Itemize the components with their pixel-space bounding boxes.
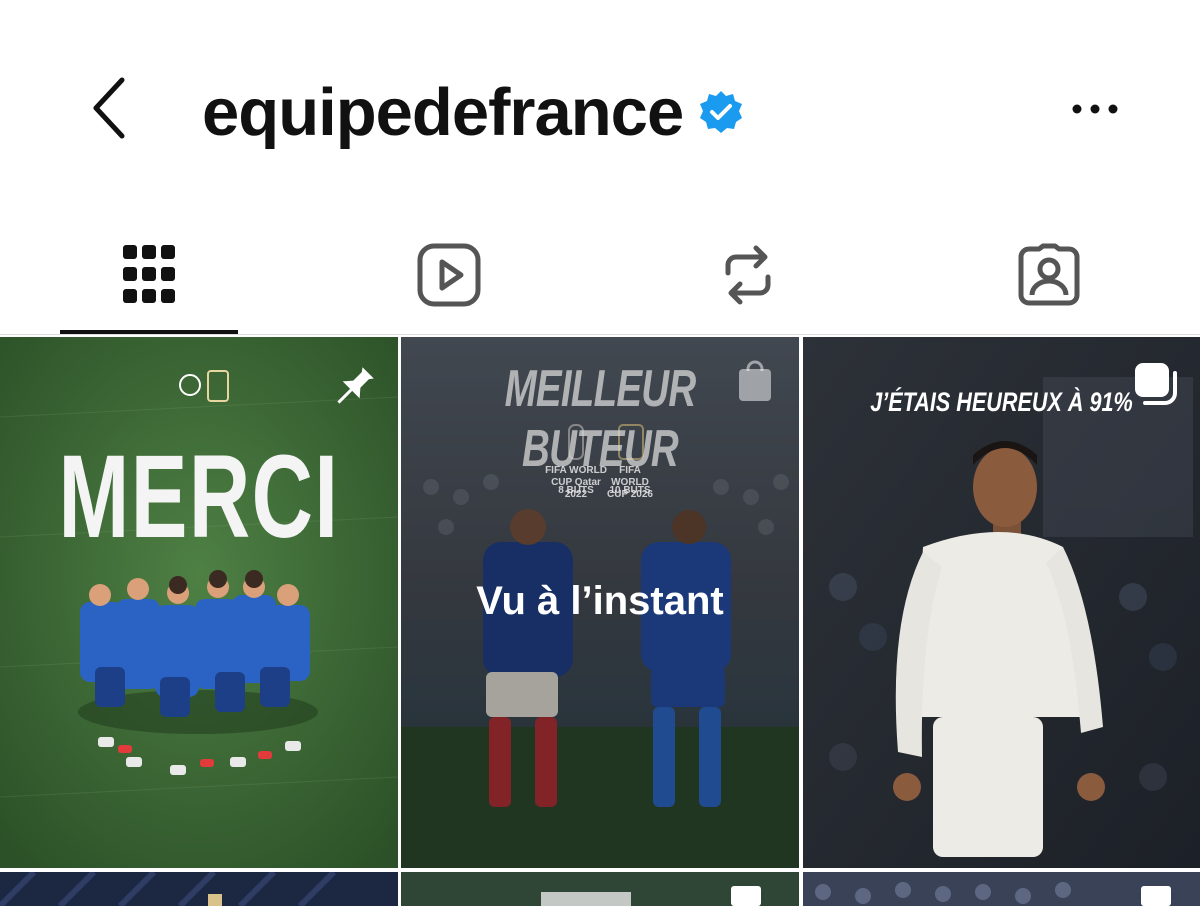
chevron-left-icon [93,77,125,139]
profile-header: equipedefrance [0,0,1200,215]
post-headline: MEILLEUR BUTEUR [504,360,696,478]
stat-goals-2022: 8 BUTS [558,485,594,496]
grid-icon [123,245,175,303]
more-options-button[interactable] [1064,86,1126,132]
reels-icon [417,243,481,307]
tab-reposts[interactable] [648,215,848,335]
username: equipedefrance [202,74,684,150]
profile-tabs [0,215,1200,335]
tab-tagged[interactable] [949,215,1149,335]
repost-icon [725,245,771,305]
back-button[interactable] [80,72,136,144]
post-heureux[interactable]: J’ÉTAIS HEUREUX À 91% [803,337,1200,868]
post-row2-1[interactable] [0,872,398,906]
profile-title: equipedefrance [202,72,743,152]
post-row2-2[interactable] [401,872,799,906]
verified-badge-icon [699,90,743,134]
stat-goals-2026: 10 BUTS [609,485,651,496]
tab-posts-grid[interactable] [49,215,249,335]
post-headline: MERCI [58,431,340,563]
tagged-icon [1018,243,1080,306]
active-tab-indicator [60,330,238,334]
post-image [0,872,398,906]
pin-icon [337,367,374,404]
post-image [401,872,799,906]
post-headline: J’ÉTAIS HEUREUX À 91% [870,387,1133,417]
post-meilleur-buteur[interactable]: MEILLEUR BUTEUR FIFA WORLD CUP Qatar 202… [401,337,799,868]
tab-reels[interactable] [349,215,549,335]
seen-label: Vu à l’instant [476,579,724,623]
more-horizontal-icon [1072,104,1118,114]
carousel-icon [1135,363,1177,405]
post-image [0,337,398,868]
post-image [803,872,1200,906]
post-row2-3[interactable] [803,872,1200,906]
shopping-bag-icon [739,360,771,401]
post-merci[interactable]: MERCI [0,337,398,868]
